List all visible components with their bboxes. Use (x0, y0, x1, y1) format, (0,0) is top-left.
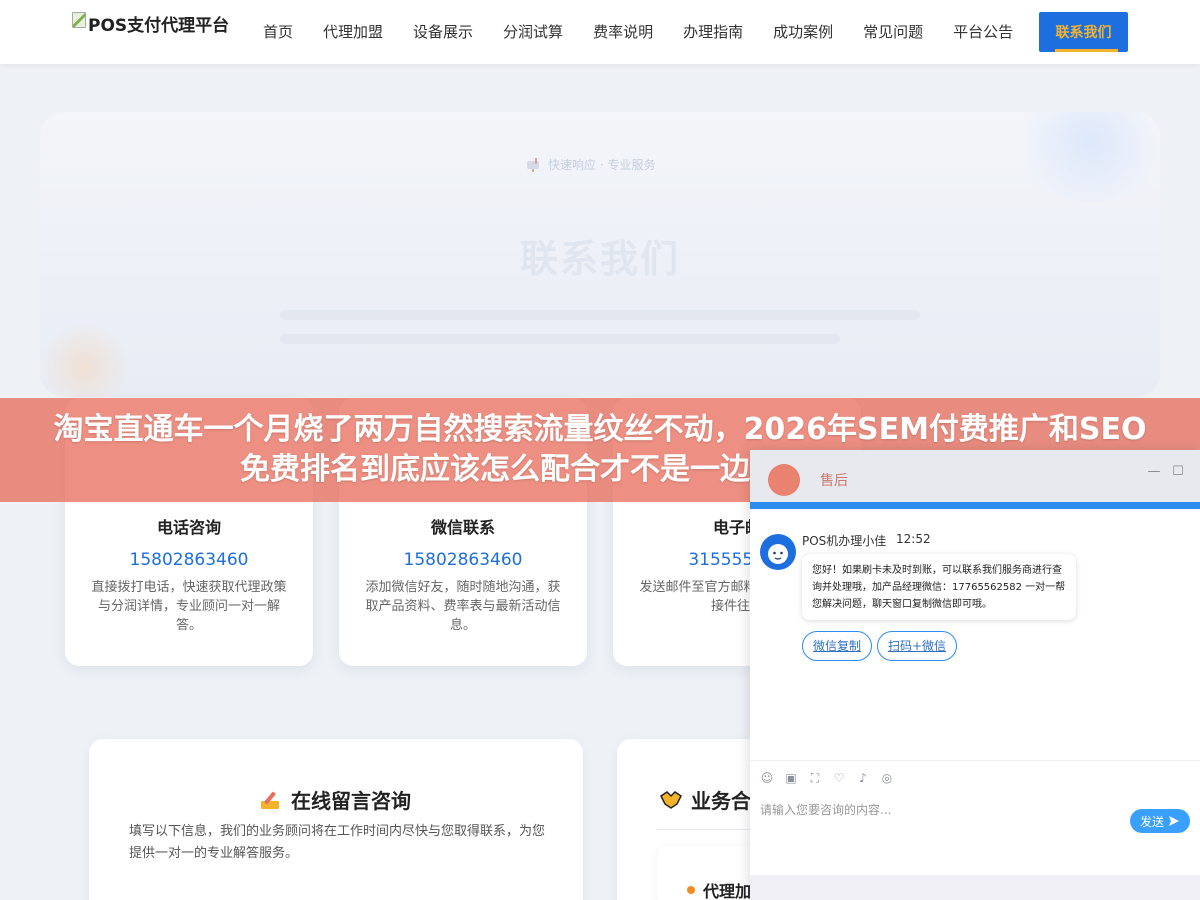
hero-subtitle-line (280, 334, 840, 344)
panel-title-text: 业务合 (691, 789, 751, 813)
send-button-label: 发送 (1139, 814, 1164, 829)
site-logo[interactable]: POS支付代理平台 (72, 12, 229, 40)
nav-item-agent-join[interactable]: 代理加盟 (308, 12, 398, 52)
hero-decoration-2 (40, 322, 130, 397)
chat-header: 售后 — ☐ (750, 450, 1200, 502)
panel-title: 业务合 (659, 785, 751, 814)
message-form-panel: 在线留言咨询 填写以下信息，我们的业务顾问将在工作时间内尽快与您取得联系，为您提… (89, 739, 583, 900)
nav-item-faq[interactable]: 常见问题 (848, 12, 938, 52)
hero-badge-text: 快速响应 · 专业服务 (548, 158, 656, 172)
nav-item-profit-calc[interactable]: 分润试算 (488, 12, 578, 52)
main-nav: 首页 代理加盟 设备展示 分润试算 费率说明 办理指南 成功案例 常见问题 平台… (248, 12, 1028, 52)
send-button[interactable]: 发送 (1130, 809, 1190, 833)
page-title: 联系我们 (519, 237, 680, 281)
handshake-icon (660, 790, 682, 809)
nav-item-home[interactable]: 首页 (248, 12, 308, 52)
card-description: 直接拨打电话，快速获取代理政策与分润详情，专业顾问一对一解答。 (91, 580, 287, 633)
panel-title: 在线留言咨询 (259, 785, 411, 814)
chat-widget: 售后 — ☐ POS机办理小佳 12:52 您好！如果刷卡未及时到账，可以联系我… (750, 450, 1200, 900)
screenshot-icon[interactable]: ⛶ (808, 771, 822, 785)
chat-header-title: 售后 (820, 473, 848, 489)
card-description: 添加微信好友，随时随地沟通，获取产品资料、费率表与最新活动信息。 (365, 580, 561, 633)
card-title: 微信联系 (430, 518, 495, 537)
card-title: 电话咨询 (156, 518, 221, 537)
contact-us-button[interactable]: 联系我们 (1039, 12, 1128, 52)
sub-card-heading: 代理加 (687, 878, 751, 900)
sound-icon[interactable]: ♪ (856, 771, 870, 785)
bullet-dot-icon (687, 886, 695, 894)
agent-name: POS机办理小佳 (802, 534, 887, 548)
image-icon[interactable]: ▣ (784, 771, 798, 785)
minimize-icon[interactable]: — (1146, 464, 1162, 480)
nav-item-devices[interactable]: 设备展示 (398, 12, 488, 52)
panel-title-text: 在线留言咨询 (291, 789, 411, 813)
chat-input[interactable]: 请输入您要咨询的内容... (760, 801, 891, 818)
phone-number[interactable]: 15802863460 (65, 550, 313, 570)
chat-input-area: ☺ ▣ ⛶ ♡ ♪ ◎ 请输入您要咨询的内容... 发送 (750, 760, 1200, 875)
chat-footer (750, 875, 1200, 900)
nav-item-announcements[interactable]: 平台公告 (938, 12, 1028, 52)
agent-face-icon (761, 535, 795, 569)
agent-avatar-icon (768, 464, 800, 496)
logo-alt-text: POS支付代理平台 (88, 16, 230, 36)
wechat-id[interactable]: 15802863460 (339, 550, 587, 570)
agent-avatar (760, 534, 796, 570)
wechat-icon[interactable]: ◎ (880, 771, 894, 785)
mailbox-icon (527, 157, 539, 172)
hero-subtitle-line (280, 310, 920, 320)
hero-badge: 快速响应 · 专业服务 (526, 156, 655, 173)
hero-decoration (1010, 112, 1160, 202)
agent-message-bubble: 您好！如果刷卡未及时到账，可以联系我们服务商进行查询并处理哦，加产品经理微信：1… (802, 554, 1076, 620)
send-icon (1169, 816, 1179, 826)
nav-item-cases[interactable]: 成功案例 (758, 12, 848, 52)
divider (657, 829, 757, 830)
emoji-icon[interactable]: ☺ (760, 771, 774, 785)
scan-wechat-button[interactable]: 扫码+微信 (877, 631, 958, 661)
broken-image-icon (72, 12, 86, 28)
sub-card-heading-text: 代理加 (703, 882, 752, 900)
nav-item-rates[interactable]: 费率说明 (578, 12, 668, 52)
chat-toolbar: ☺ ▣ ⛶ ♡ ♪ ◎ (760, 771, 894, 785)
maximize-icon[interactable]: ☐ (1170, 464, 1186, 480)
copy-wechat-button[interactable]: 微信复制 (802, 631, 873, 661)
message-time: 12:52 (896, 532, 931, 546)
panel-description: 填写以下信息，我们的业务顾问将在工作时间内尽快与您取得联系，为您提供一对一的专业… (129, 824, 546, 861)
chat-header-strip (750, 502, 1200, 509)
rating-icon[interactable]: ♡ (832, 771, 846, 785)
pencil-paper-icon (261, 791, 279, 809)
nav-item-guide[interactable]: 办理指南 (668, 12, 758, 52)
site-header: POS支付代理平台 首页 代理加盟 设备展示 分润试算 费率说明 办理指南 成功… (0, 0, 1200, 64)
